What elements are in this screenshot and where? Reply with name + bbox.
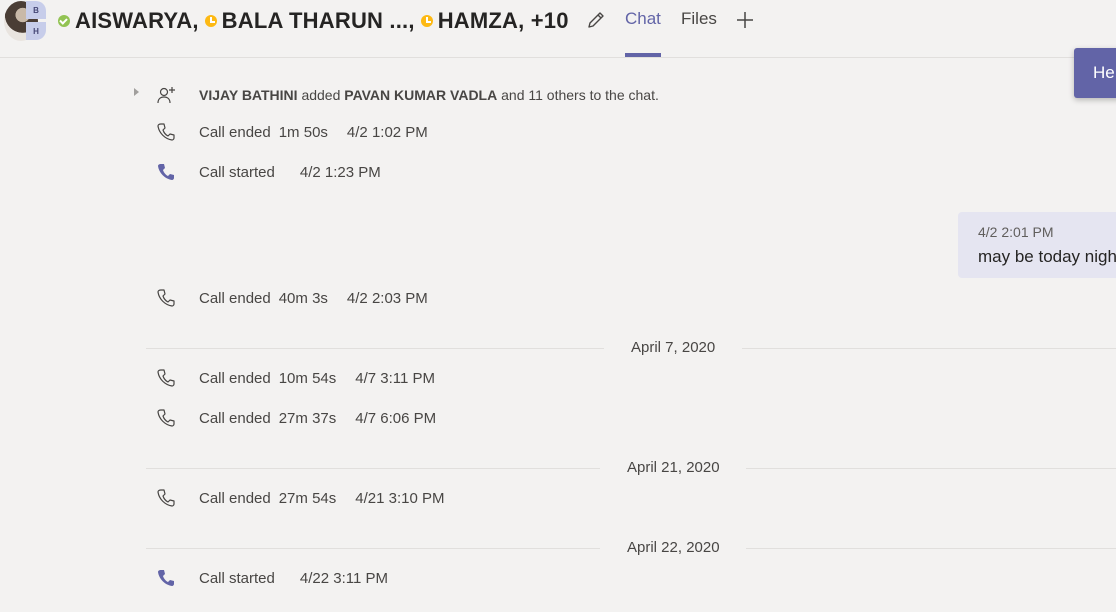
date-divider-line [746, 468, 1116, 469]
phone-outline-icon [157, 369, 175, 387]
participant-name: HAMZA, +10 [437, 8, 569, 33]
call-duration: 27m 54s [278, 489, 337, 507]
add-tab-plus-icon[interactable] [734, 9, 756, 31]
chat-header: B H AISWARYA, BALA THARUN ..., HAMZA, +1… [0, 0, 1116, 58]
phone-outline-icon [157, 289, 175, 307]
message-bubble[interactable]: 4/2 2:01 PM may be today night [958, 212, 1116, 278]
phone-filled-icon [158, 570, 174, 586]
pencil-icon[interactable] [585, 9, 607, 31]
date-divider-line [146, 348, 604, 349]
call-event: Call ended 10m 54s 4/7 3:11 PM [156, 366, 435, 390]
message-time: 4/2 2:01 PM [978, 224, 1054, 240]
call-time: 4/7 3:11 PM [355, 369, 436, 387]
date-divider-line [146, 468, 600, 469]
call-duration: 10m 54s [278, 369, 337, 387]
away-status-icon [204, 15, 217, 27]
tab-chat[interactable]: Chat [625, 9, 661, 35]
tab-files[interactable]: Files [681, 9, 717, 35]
date-divider-line [746, 548, 1116, 549]
target-name[interactable]: PAVAN KUMAR VADLA [344, 87, 497, 103]
available-status-icon [58, 15, 70, 27]
chat-title[interactable]: AISWARYA, BALA THARUN ..., HAMZA, +10 [58, 6, 575, 36]
call-time: 4/2 1:23 PM [299, 163, 381, 181]
add-person-icon [157, 87, 175, 104]
call-label: Call started [199, 569, 275, 587]
phone-outline-icon [157, 123, 175, 141]
call-label: Call ended [199, 489, 271, 507]
system-verb: added [301, 87, 341, 103]
system-rest: and 11 others to the chat. [501, 87, 659, 103]
system-message: VIJAY BATHINI added PAVAN KUMAR VADLA an… [156, 83, 659, 107]
call-event: Call started 4/2 1:23 PM [156, 160, 381, 184]
call-event: Call ended 27m 54s 4/21 3:10 PM [156, 486, 445, 510]
call-duration: 40m 3s [278, 289, 328, 307]
active-tab-indicator [625, 53, 661, 57]
group-avatar[interactable]: B H [2, 0, 46, 42]
call-event: Call ended 1m 50s 4/2 1:02 PM [156, 120, 428, 144]
call-duration: 27m 37s [278, 409, 337, 427]
phone-filled-icon [158, 164, 174, 180]
date-separator: April 7, 2020 [631, 339, 716, 356]
message-text: may be today night [978, 247, 1116, 266]
avatar-initial-h: H [26, 22, 46, 40]
participant-name: AISWARYA, [75, 8, 199, 33]
date-separator: April 22, 2020 [627, 539, 720, 556]
date-divider-line [146, 548, 600, 549]
phone-outline-icon [157, 409, 175, 427]
call-label: Call started [199, 163, 275, 181]
call-event: Call ended 27m 37s 4/7 6:06 PM [156, 406, 436, 430]
call-label: Call ended [199, 123, 271, 141]
date-divider-line [742, 348, 1116, 349]
away-status-icon [420, 15, 433, 27]
phone-outline-icon [157, 489, 175, 507]
expand-caret-icon[interactable] [134, 88, 139, 96]
call-time: 4/2 2:03 PM [346, 289, 428, 307]
call-label: Call ended [199, 289, 271, 307]
meet-button[interactable]: He [1074, 48, 1116, 98]
call-time: 4/21 3:10 PM [355, 489, 445, 507]
call-label: Call ended [199, 409, 271, 427]
call-time: 4/2 1:02 PM [346, 123, 428, 141]
participant-name: BALA THARUN ..., [221, 8, 415, 33]
call-event: Call started 4/22 3:11 PM [156, 566, 388, 590]
call-event: Call ended 40m 3s 4/2 2:03 PM [156, 286, 428, 310]
actor-name[interactable]: VIJAY BATHINI [199, 87, 298, 103]
avatar-initial-b: B [26, 1, 46, 19]
date-separator: April 21, 2020 [627, 459, 720, 476]
call-time: 4/22 3:11 PM [299, 569, 388, 587]
call-label: Call ended [199, 369, 271, 387]
call-duration: 1m 50s [278, 123, 328, 141]
call-time: 4/7 6:06 PM [355, 409, 437, 427]
